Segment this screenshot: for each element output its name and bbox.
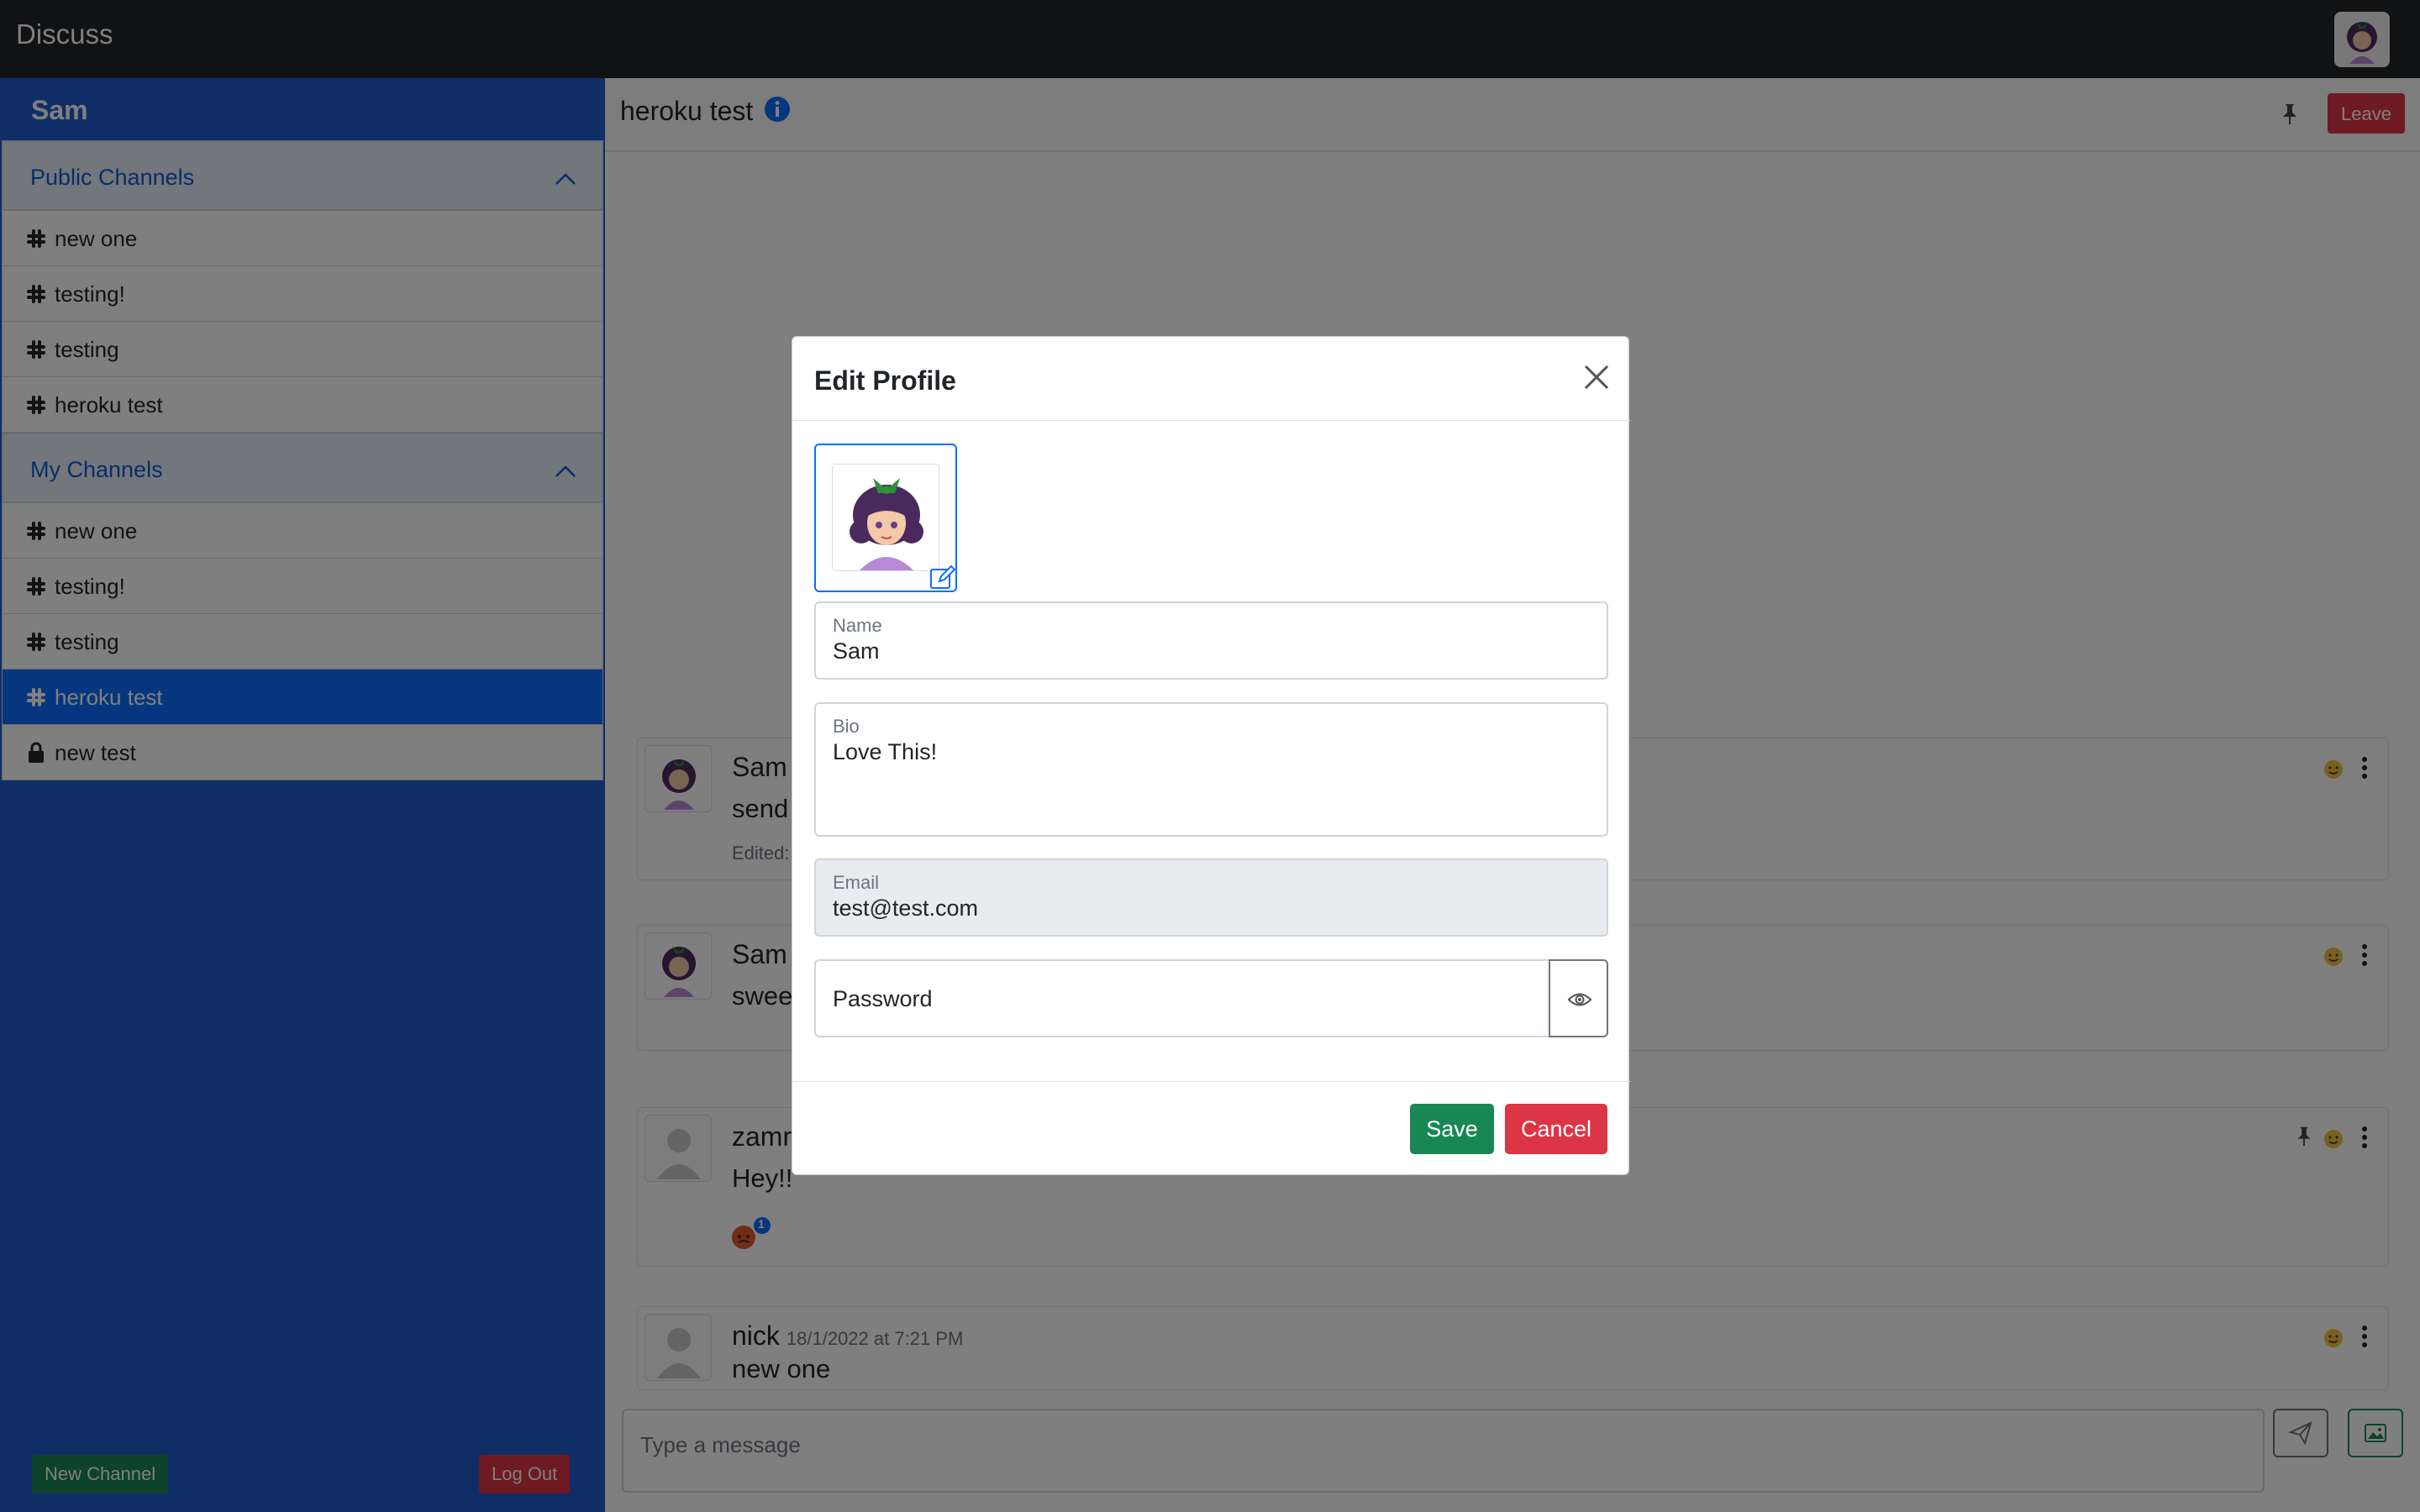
- save-button[interactable]: Save: [1410, 1104, 1494, 1154]
- profile-avatar-picker[interactable]: [814, 444, 957, 592]
- name-value: Sam: [833, 638, 880, 664]
- password-field[interactable]: Password: [814, 959, 1549, 1037]
- profile-avatar: [832, 464, 939, 571]
- modal-title: Edit Profile: [814, 365, 956, 396]
- email-label: Email: [833, 872, 880, 893]
- email-value: test@test.com: [833, 895, 978, 921]
- password-placeholder: Password: [833, 986, 933, 1011]
- name-label: Name: [833, 615, 882, 636]
- eye-icon: [1567, 993, 1592, 1006]
- bio-label: Bio: [833, 716, 860, 737]
- close-icon[interactable]: [1581, 362, 1612, 392]
- bio-field[interactable]: Bio Love This!: [814, 702, 1608, 837]
- email-field: Email test@test.com: [814, 858, 1608, 937]
- modal-header: Edit Profile: [792, 337, 1630, 421]
- bio-value: Love This!: [833, 739, 938, 764]
- edit-icon[interactable]: [929, 564, 957, 592]
- edit-profile-modal: Edit Profile Name Sam Bio Love This! Ema…: [792, 336, 1630, 1176]
- modal-footer: Save Cancel: [792, 1081, 1630, 1176]
- name-field[interactable]: Name Sam: [814, 601, 1608, 680]
- show-password-button[interactable]: [1549, 959, 1608, 1037]
- cancel-button[interactable]: Cancel: [1505, 1104, 1607, 1154]
- avatar-illustration-icon: [833, 465, 939, 570]
